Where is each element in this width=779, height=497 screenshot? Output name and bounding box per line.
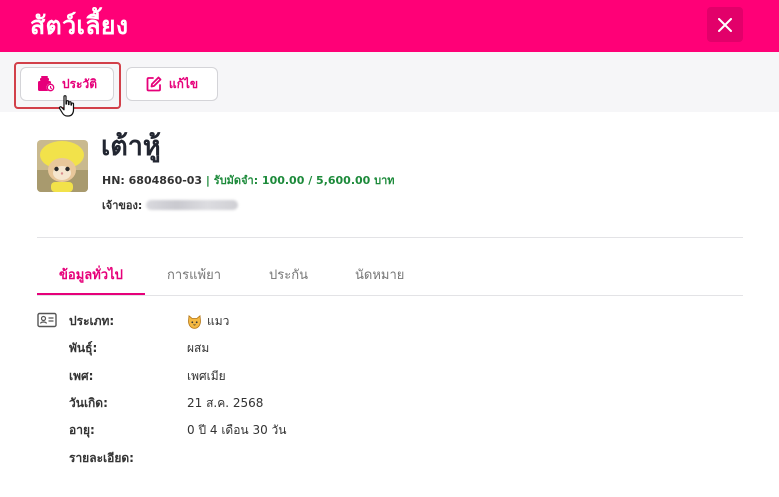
age-value: 0 ปี 4 เดือน 30 วัน: [187, 423, 287, 437]
modal-title: สัตว์เลี้ยง: [30, 11, 129, 40]
sex-label: เพศ:: [69, 369, 94, 383]
info-row-type: ประเภท: แมว: [69, 312, 229, 331]
info-row-age: อายุ: 0 ปี 4 เดือน 30 วัน: [69, 421, 286, 440]
tab-insurance[interactable]: ประกัน: [269, 264, 308, 285]
details-label: รายละเอียด:: [69, 451, 134, 465]
info-row-breed: พันธุ์: ผสม: [69, 339, 209, 358]
sex-value: เพศเมีย: [187, 369, 226, 383]
type-value-wrap: แมว: [187, 312, 229, 331]
close-button[interactable]: [707, 7, 743, 42]
hn-separator: |: [202, 174, 214, 187]
tab-bar: ข้อมูลทั่วไป การแพ้ยา ประกัน นัดหมาย: [37, 256, 743, 296]
deposit-amount: รับมัดจำ: 100.00 / 5,600.00 บาท: [213, 174, 395, 187]
active-tab-underline: [37, 293, 145, 295]
breed-label: พันธุ์:: [69, 341, 98, 355]
info-row-details: รายละเอียด:: [69, 449, 187, 468]
cat-emoji-icon: [188, 314, 201, 329]
age-label: อายุ:: [69, 423, 95, 437]
modal-header: สัตว์เลี้ยง: [0, 0, 779, 52]
pet-avatar: [37, 140, 88, 192]
edit-button-label: แก้ไข: [168, 76, 199, 91]
birthdate-value: 21 ส.ค. 2568: [187, 396, 264, 410]
pet-hn-line: HN: 6804860-03 | รับมัดจำ: 100.00 / 5,60…: [102, 171, 395, 189]
tab-drug-allergy[interactable]: การแพ้ยา: [167, 264, 221, 285]
owner-name-redacted: [146, 200, 239, 210]
edit-button[interactable]: แก้ไข: [126, 67, 218, 101]
info-row-sex: เพศ: เพศเมีย: [69, 367, 226, 386]
history-button-label: ประวัติ: [61, 76, 98, 91]
action-toolbar: ประวัติ แก้ไข: [0, 52, 779, 112]
type-label: ประเภท:: [69, 314, 115, 328]
close-icon: [718, 17, 732, 32]
pet-hn: HN: 6804860-03: [102, 174, 203, 187]
history-icon: [37, 76, 55, 92]
pet-name: เต้าหู้: [101, 131, 161, 162]
info-row-birthdate: วันเกิด: 21 ส.ค. 2568: [69, 394, 263, 413]
tab-appointments[interactable]: นัดหมาย: [355, 264, 404, 285]
edit-icon: [146, 76, 162, 92]
owner-line: เจ้าของ:: [102, 196, 239, 214]
cursor-hand-icon: [58, 95, 75, 117]
tab-general-info[interactable]: ข้อมูลทั่วไป: [59, 264, 123, 285]
id-card-icon: [37, 312, 57, 328]
owner-label: เจ้าของ:: [102, 199, 143, 212]
section-divider: [37, 237, 743, 238]
breed-value: ผสม: [187, 341, 210, 355]
type-value: แมว: [207, 314, 230, 328]
birthdate-label: วันเกิด:: [69, 396, 108, 410]
